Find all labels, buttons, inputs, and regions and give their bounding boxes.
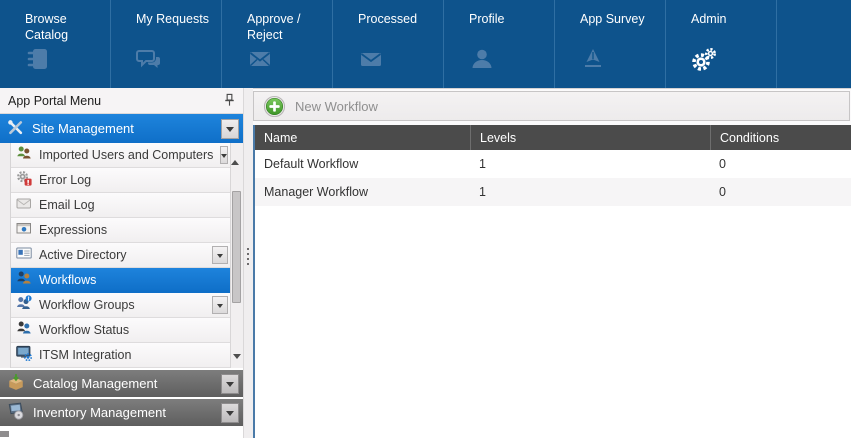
section-dropdown-button[interactable] xyxy=(221,403,239,423)
window-icon xyxy=(16,220,32,241)
pin-icon[interactable] xyxy=(222,93,237,108)
new-workflow-label: New Workflow xyxy=(295,99,378,114)
gears-icon xyxy=(691,46,776,77)
mail-icon xyxy=(358,46,443,77)
sidebar-section-catalog-management[interactable]: Catalog Management xyxy=(0,368,243,397)
scroll-down-icon[interactable] xyxy=(233,354,241,363)
top-navigation: Browse Catalog My Requests Approve xyxy=(0,0,851,88)
nav-filler xyxy=(777,0,851,88)
item-label: Workflow Status xyxy=(39,323,129,337)
sidebar-header: App Portal Menu xyxy=(0,88,243,114)
tab-label: App Survey xyxy=(580,11,664,45)
section-dropdown-button[interactable] xyxy=(221,374,239,394)
sidebar-item-email-log[interactable]: Email Log xyxy=(11,193,230,218)
envelope-icon xyxy=(16,195,32,216)
gear-error-icon xyxy=(16,170,32,191)
mail-approve-icon xyxy=(247,46,332,77)
item-dropdown-button[interactable] xyxy=(212,246,228,264)
item-label: Workflows xyxy=(39,273,96,287)
column-header-name[interactable]: Name xyxy=(255,125,470,150)
people-icon xyxy=(16,270,32,291)
tab-processed[interactable]: Processed xyxy=(333,0,444,88)
sidebar-item-error-log[interactable]: Error Log xyxy=(11,168,230,193)
sidebar-title: App Portal Menu xyxy=(8,94,101,108)
item-label: Imported Users and Computers xyxy=(39,148,213,162)
add-icon xyxy=(263,95,286,118)
tab-profile[interactable]: Profile xyxy=(444,0,555,88)
next-section-sliver xyxy=(0,431,9,437)
sidebar-section-inventory-management[interactable]: Inventory Management xyxy=(0,397,243,426)
sidebar-item-itsm-integration[interactable]: ITSM Integration xyxy=(11,343,230,368)
cell-levels: 1 xyxy=(470,157,710,171)
cell-levels: 1 xyxy=(470,185,710,199)
item-label: Expressions xyxy=(39,223,107,237)
sidebar-item-imported-users-and-computers[interactable]: Imported Users and Computers xyxy=(11,143,230,168)
sidebar: App Portal Menu Sit xyxy=(0,88,243,438)
item-label: Active Directory xyxy=(39,248,127,262)
tab-label: Profile xyxy=(469,11,553,45)
cell-conditions: 0 xyxy=(710,185,851,199)
section-label: Inventory Management xyxy=(33,405,166,420)
monitor-gear-icon xyxy=(16,345,32,366)
sidebar-item-expressions[interactable]: Expressions xyxy=(11,218,230,243)
tab-label: Approve / Reject xyxy=(247,11,331,45)
pen-icon xyxy=(580,46,665,77)
item-dropdown-button[interactable] xyxy=(220,146,228,164)
sidebar-item-workflows[interactable]: Workflows xyxy=(11,268,230,293)
scroll-up-icon[interactable] xyxy=(231,139,239,165)
section-dropdown-button[interactable] xyxy=(221,119,239,139)
chat-bubbles-icon xyxy=(136,46,221,77)
tab-approve-reject[interactable]: Approve / Reject xyxy=(222,0,333,88)
people-status-icon xyxy=(16,320,32,341)
users-computers-icon xyxy=(16,145,32,166)
item-label: Error Log xyxy=(39,173,91,187)
tab-label: Browse Catalog xyxy=(25,11,109,45)
tab-label: My Requests xyxy=(136,11,220,45)
tab-app-survey[interactable]: App Survey xyxy=(555,0,666,88)
tools-icon xyxy=(7,119,24,139)
workflow-toolbar: New Workflow xyxy=(253,91,850,121)
section-label: Site Management xyxy=(32,121,134,136)
sidebar-item-active-directory[interactable]: Active Directory xyxy=(11,243,230,268)
section-label: Catalog Management xyxy=(33,376,157,391)
column-header-conditions[interactable]: Conditions xyxy=(710,125,851,150)
grid-header: Name Levels Conditions xyxy=(255,125,851,150)
inventory-icon xyxy=(7,402,25,423)
splitter-handle[interactable] xyxy=(247,248,249,265)
tab-label: Admin xyxy=(691,11,775,45)
panel-splitter[interactable] xyxy=(243,88,253,438)
sidebar-item-workflow-status[interactable]: Workflow Status xyxy=(11,318,230,343)
tab-browse-catalog[interactable]: Browse Catalog xyxy=(0,0,111,88)
column-header-levels[interactable]: Levels xyxy=(470,125,710,150)
cell-name: Default Workflow xyxy=(255,157,470,171)
cell-name: Manager Workflow xyxy=(255,185,470,199)
table-row-manager-workflow[interactable]: Manager Workflow 1 0 xyxy=(255,178,851,206)
item-label: Email Log xyxy=(39,198,95,212)
id-card-icon xyxy=(16,245,32,266)
workflows-grid: Name Levels Conditions Default Workflow … xyxy=(253,125,851,438)
item-dropdown-button[interactable] xyxy=(212,296,228,314)
sidebar-filler xyxy=(0,426,243,438)
main-panel: New Workflow Name Levels Conditions Defa… xyxy=(253,88,851,438)
tab-label: Processed xyxy=(358,11,442,45)
sidebar-section-site-management[interactable]: Site Management xyxy=(0,114,243,143)
sidebar-item-workflow-groups[interactable]: Workflow Groups xyxy=(11,293,230,318)
site-management-submenu: Imported Users and Computers xyxy=(0,143,243,368)
item-label: ITSM Integration xyxy=(39,348,131,362)
scrollbar-thumb[interactable] xyxy=(232,191,241,303)
tab-my-requests[interactable]: My Requests xyxy=(111,0,222,88)
notebook-icon xyxy=(25,46,110,77)
table-row-default-workflow[interactable]: Default Workflow 1 0 xyxy=(255,150,851,178)
tab-admin[interactable]: Admin xyxy=(666,0,777,88)
person-icon xyxy=(469,46,554,77)
item-label: Workflow Groups xyxy=(39,298,135,312)
new-workflow-button[interactable]: New Workflow xyxy=(263,95,378,118)
box-icon xyxy=(7,373,25,394)
submenu-scrollbar[interactable] xyxy=(230,143,243,368)
people-info-icon xyxy=(16,295,32,316)
app-portal-window: Browse Catalog My Requests Approve xyxy=(0,0,851,438)
cell-conditions: 0 xyxy=(710,157,851,171)
